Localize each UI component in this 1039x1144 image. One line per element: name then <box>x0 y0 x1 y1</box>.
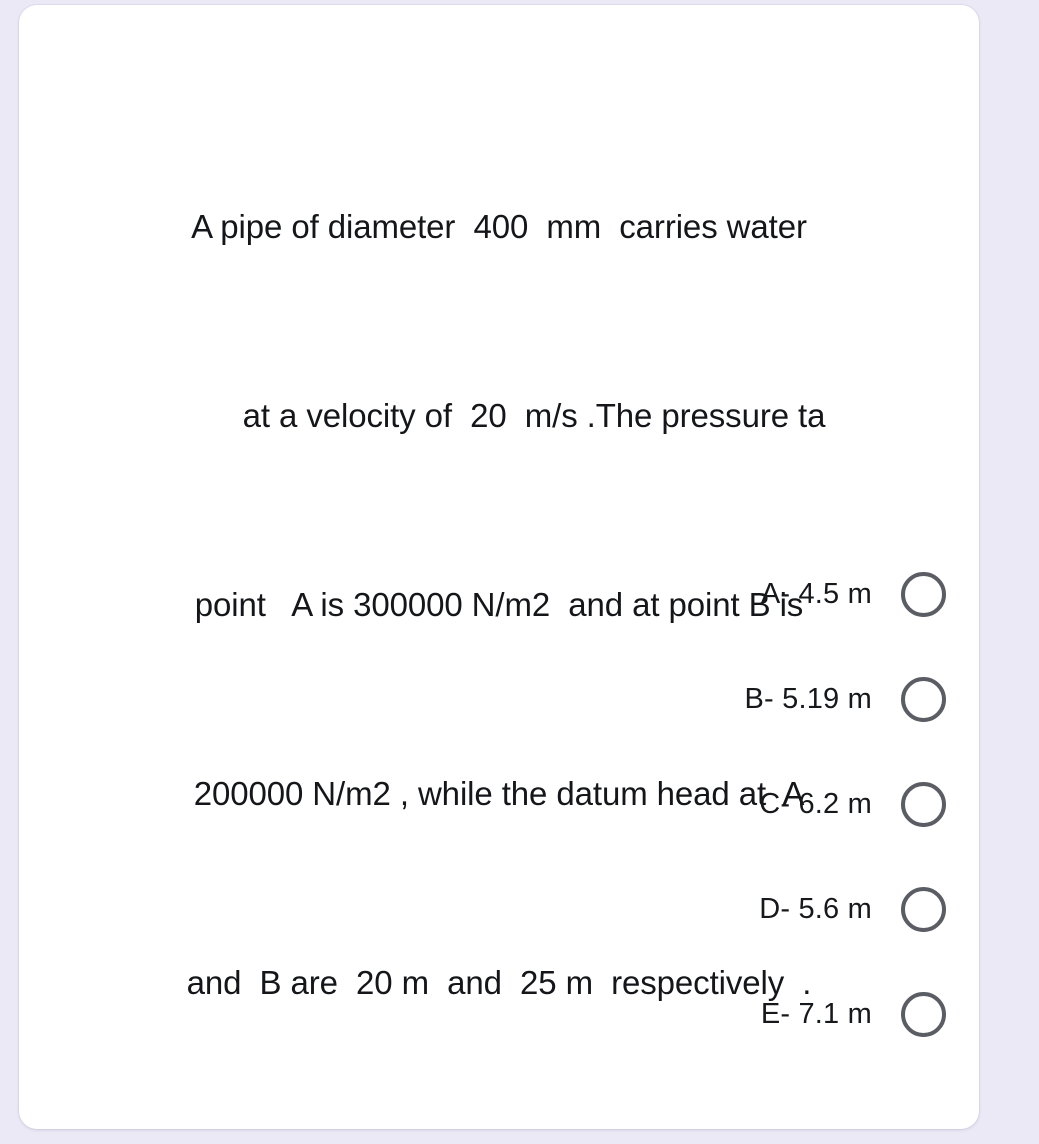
option-row-c[interactable]: C- 6.2 m <box>19 778 979 831</box>
option-row-e[interactable]: E- 7.1 m <box>19 988 979 1041</box>
option-row-a[interactable]: A- 4.5 m <box>19 568 979 621</box>
question-line-1: A pipe of diameter 400 mm carries water <box>191 208 807 245</box>
radio-unselected-icon-d[interactable] <box>901 887 946 932</box>
option-label-d: D- 5.6 m <box>759 893 872 925</box>
option-row-b[interactable]: B- 5.19 m <box>19 673 979 726</box>
option-row-d[interactable]: D- 5.6 m <box>19 883 979 936</box>
question-line-2: at a velocity of 20 m/s .The pressure ta <box>242 397 826 434</box>
option-label-b: B- 5.19 m <box>744 683 872 715</box>
question-card: A pipe of diameter 400 mm carries water … <box>19 5 979 1129</box>
radio-unselected-icon-a[interactable] <box>901 572 946 617</box>
options-list: A- 4.5 m B- 5.19 m C- 6.2 m D- 5.6 m E- … <box>19 568 979 1093</box>
radio-unselected-icon-e[interactable] <box>901 992 946 1037</box>
option-label-c: C- 6.2 m <box>759 788 872 820</box>
radio-unselected-icon-b[interactable] <box>901 677 946 722</box>
option-label-a: A- 4.5 m <box>760 578 872 610</box>
radio-unselected-icon-c[interactable] <box>901 782 946 827</box>
option-label-e: E- 7.1 m <box>760 998 872 1030</box>
